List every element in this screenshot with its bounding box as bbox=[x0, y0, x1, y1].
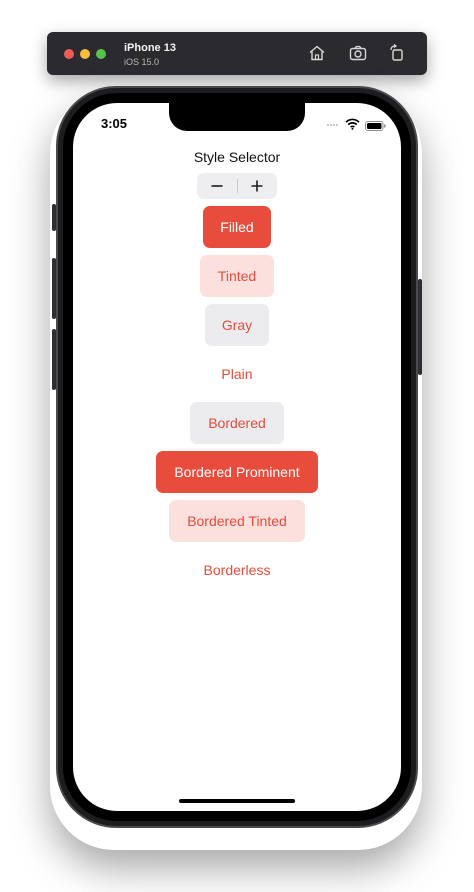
cellular-dots-icon bbox=[327, 124, 341, 127]
gray-button[interactable]: Gray bbox=[205, 304, 269, 346]
wifi-icon bbox=[345, 117, 360, 130]
stepper-increment-button[interactable] bbox=[237, 173, 277, 199]
power-button bbox=[418, 279, 422, 375]
plus-icon bbox=[251, 180, 263, 192]
home-icon[interactable] bbox=[307, 43, 327, 63]
screenshot-icon[interactable] bbox=[348, 43, 368, 63]
rotate-icon[interactable] bbox=[387, 43, 407, 63]
battery-icon bbox=[365, 118, 386, 131]
zoom-window-button[interactable] bbox=[96, 49, 106, 59]
bordered-prominent-button[interactable]: Bordered Prominent bbox=[156, 451, 318, 493]
device-name: iPhone 13 bbox=[124, 42, 176, 54]
minus-icon bbox=[211, 185, 223, 187]
borderless-button[interactable]: Borderless bbox=[192, 549, 282, 591]
os-version: iOS 15.0 bbox=[124, 57, 160, 67]
close-window-button[interactable] bbox=[64, 49, 74, 59]
home-indicator bbox=[179, 799, 295, 803]
device-screen: 3:05 Style Selector Filled Tinted Gray P… bbox=[73, 103, 401, 811]
status-time: 3:05 bbox=[101, 116, 128, 131]
bordered-tinted-button[interactable]: Bordered Tinted bbox=[169, 500, 305, 542]
simulator-toolbar: iPhone 13 iOS 15.0 bbox=[47, 32, 427, 75]
page-title: Style Selector bbox=[193, 149, 281, 165]
bordered-button[interactable]: Bordered bbox=[190, 402, 284, 444]
filled-button[interactable]: Filled bbox=[203, 206, 271, 248]
stepper-decrement-button[interactable] bbox=[197, 173, 237, 199]
minimize-window-button[interactable] bbox=[80, 49, 90, 59]
style-stepper bbox=[197, 173, 277, 199]
notch bbox=[169, 103, 305, 131]
plain-button[interactable]: Plain bbox=[207, 353, 267, 395]
tinted-button[interactable]: Tinted bbox=[200, 255, 274, 297]
